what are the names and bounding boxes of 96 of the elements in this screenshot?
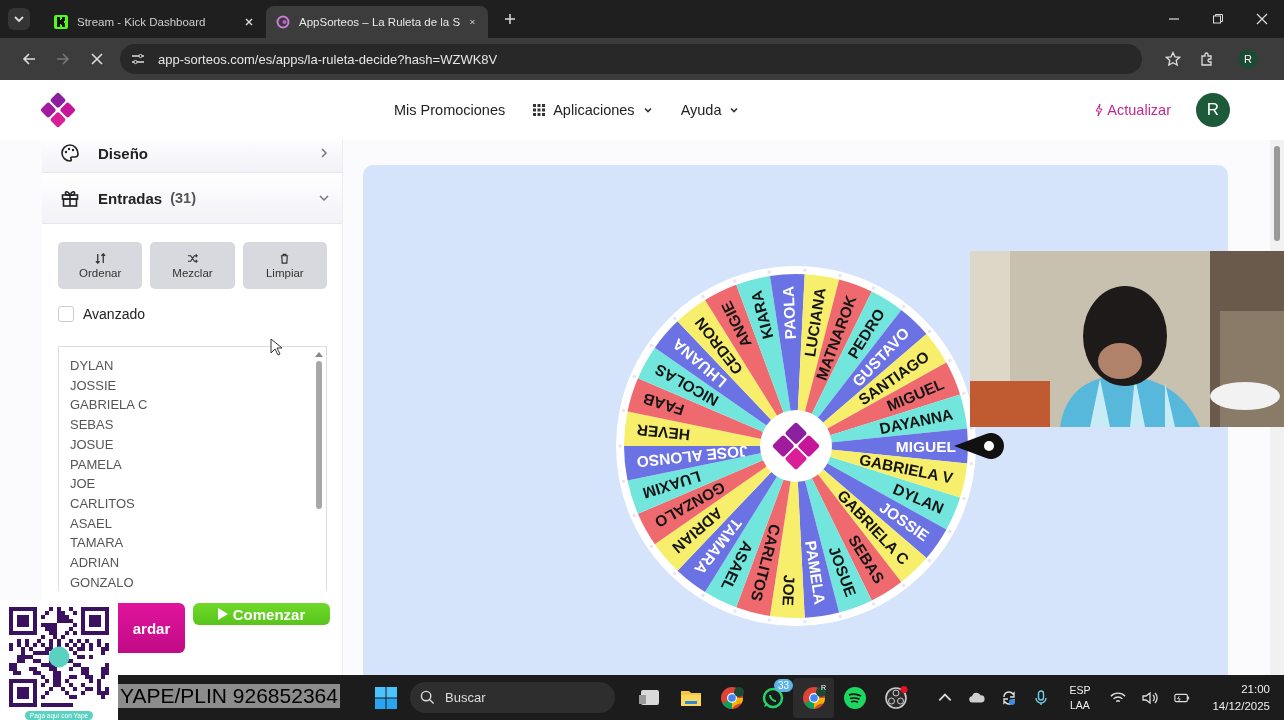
rim-dot <box>901 305 906 309</box>
rim-dot <box>732 609 737 613</box>
overlay-caption: YAPE/PLIN 926852364 <box>118 684 340 708</box>
notification-badge: 33 <box>773 678 793 692</box>
rim-dot <box>871 286 875 290</box>
site-settings-icon[interactable] <box>130 51 146 67</box>
kick-logo-icon <box>54 15 68 29</box>
trash-icon <box>279 252 291 264</box>
rim-dot <box>871 602 875 606</box>
segment-label: PAOLA <box>778 285 799 340</box>
rim-dot <box>700 294 705 299</box>
restore-icon[interactable] <box>1212 13 1224 25</box>
shuffle-icon <box>187 252 198 264</box>
bookmark-star-icon[interactable] <box>1165 51 1181 67</box>
tool-button[interactable]: Limpiar <box>242 242 327 289</box>
browser-tab[interactable]: AppSorteos – La Ruleta de la S <box>266 6 488 38</box>
rim-dot <box>621 408 625 413</box>
rim-dot <box>700 593 705 598</box>
rim-dot <box>802 268 807 273</box>
rim-dot <box>947 358 952 363</box>
rim-dot <box>621 479 625 484</box>
action-button[interactable]: ardar <box>118 603 185 653</box>
checkbox[interactable] <box>58 306 74 322</box>
lightning-icon <box>1094 103 1105 117</box>
close-icon[interactable] <box>1256 13 1268 25</box>
nav-menu-item[interactable]: Aplicaciones <box>533 102 653 118</box>
grid-icon <box>533 104 546 116</box>
rim-dot <box>649 343 653 348</box>
nav-menu-item[interactable]: Mis Promociones <box>394 102 506 118</box>
palette-icon <box>60 143 80 163</box>
mouse-cursor-icon <box>270 338 282 356</box>
rim-dot <box>672 571 677 576</box>
play-icon <box>217 608 228 620</box>
address-bar[interactable]: app-sorteos.com/es/apps/la-ruleta-decide?hash=WZWK8V <box>120 44 1142 74</box>
taskbar-search-field[interactable]: Buscar <box>410 682 615 713</box>
rim-dot <box>631 374 636 379</box>
sort-icon <box>94 252 106 264</box>
recording-app-icon[interactable] <box>883 685 908 710</box>
chrome-icon[interactable] <box>801 685 826 710</box>
windows-start-icon[interactable] <box>375 686 397 709</box>
scrollbar-thumb[interactable] <box>316 361 322 509</box>
segment-label: KIARA <box>747 289 776 341</box>
rim-dot <box>961 496 966 501</box>
entries-textarea[interactable]: DYLAN JOSSIE GABRIELA C SEBAS JOSUE PAMELA JOE CARLITOS ASAEL TAMARA ADRIAN GONZALO <box>58 346 327 591</box>
extensions-icon[interactable] <box>1199 51 1215 67</box>
rim-dot <box>837 273 842 278</box>
segment-label: JOE <box>778 574 798 607</box>
rim-dot <box>837 614 842 619</box>
profile-avatar[interactable]: R <box>1238 49 1258 69</box>
taskbar-clock[interactable]: 21:00 14/12/2025 <box>1212 680 1270 715</box>
volume-icon[interactable] <box>1142 689 1159 706</box>
rim-dot <box>732 279 737 283</box>
back-icon[interactable] <box>21 51 37 67</box>
rim-dot <box>631 513 636 518</box>
app-logo-icon <box>276 15 290 29</box>
rim-dot <box>968 426 973 430</box>
new-tab-icon[interactable] <box>504 13 516 25</box>
rim-dot <box>927 558 931 563</box>
forward-icon[interactable] <box>55 51 71 67</box>
tool-button[interactable]: Ordenar <box>58 242 143 289</box>
close-tab-icon[interactable] <box>244 17 254 27</box>
chevron-down-icon <box>318 192 330 204</box>
rim-dot <box>672 316 677 321</box>
chevron-down-icon <box>13 13 25 25</box>
chrome-icon[interactable] <box>719 685 744 710</box>
music-app-icon[interactable] <box>842 685 867 710</box>
microphone-icon[interactable] <box>1033 689 1050 706</box>
rim-dot <box>961 391 966 396</box>
scroll-up-icon[interactable] <box>315 351 323 357</box>
tab-list-button[interactable] <box>8 8 30 30</box>
upgrade-link[interactable]: Actualizar <box>1094 102 1171 118</box>
rim-dot <box>802 619 807 624</box>
caret-icon <box>729 105 740 115</box>
user-avatar[interactable]: R <box>1196 93 1230 127</box>
rim-dot <box>901 583 906 587</box>
rim-dot <box>927 329 931 334</box>
segment-label: JOSE ALONSO <box>635 442 748 471</box>
stop-loading-icon[interactable] <box>89 51 105 67</box>
page-scrollbar-thumb[interactable] <box>1274 146 1280 241</box>
segment-label: HEVER <box>635 421 691 444</box>
tool-button[interactable]: Mezclar <box>150 242 235 289</box>
caret-icon <box>642 105 653 115</box>
rim-dot <box>947 529 952 534</box>
browser-tab[interactable]: Stream - Kick Dashboard <box>44 6 266 38</box>
logo-icon <box>771 421 820 471</box>
logo-icon[interactable] <box>40 92 76 128</box>
segment-label: PAMELA <box>801 539 829 606</box>
segment-label: MIGUEL <box>895 437 956 455</box>
rim-dot <box>649 544 653 549</box>
nav-menu-item[interactable]: Ayuda <box>680 102 740 118</box>
search-icon <box>420 690 435 705</box>
gift-icon <box>60 188 80 208</box>
sync-icon[interactable] <box>1001 689 1018 706</box>
input-language-indicator[interactable]: ESP LAA <box>1069 682 1091 713</box>
chevron-right-icon <box>318 147 330 159</box>
checkbox-label: Avanzado <box>83 306 145 322</box>
